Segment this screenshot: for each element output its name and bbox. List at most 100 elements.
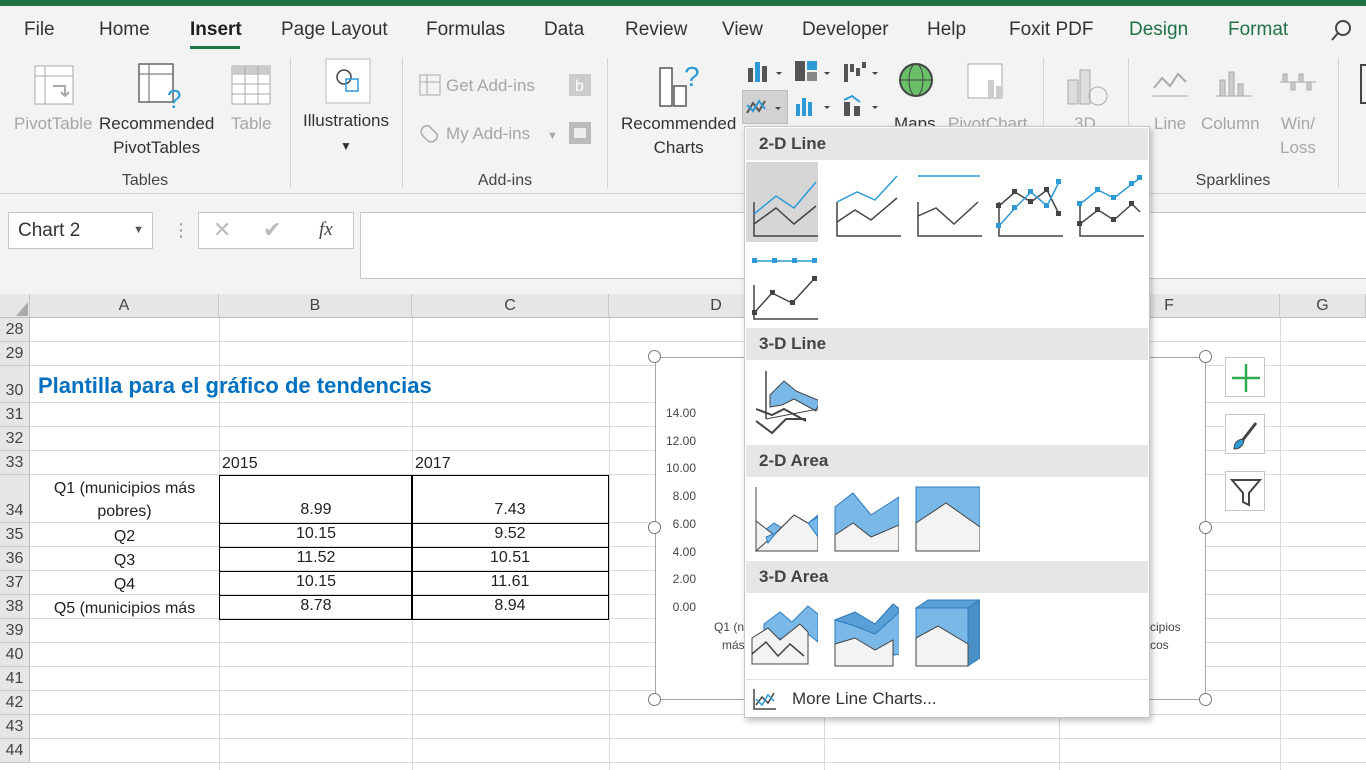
enter-icon[interactable]: ✔ (263, 217, 281, 243)
pivottable-button[interactable]: PivotTable (14, 112, 92, 136)
tab-file[interactable]: File (24, 19, 55, 41)
combo-chart-icon[interactable] (842, 94, 882, 120)
row-header-42[interactable]: 42 (0, 691, 30, 715)
select-all-triangle-icon (16, 302, 28, 316)
store-icon (419, 74, 441, 96)
row-header-41[interactable]: 41 (0, 667, 30, 691)
illustrations-button[interactable]: Illustrations (303, 109, 389, 133)
hierarchy-chart-icon[interactable] (794, 60, 834, 86)
row-header-36[interactable]: 36 (0, 547, 30, 571)
line-chart-dropdown-button[interactable] (742, 90, 788, 124)
chevron-down-icon[interactable]: ▼ (133, 224, 144, 236)
100-stacked-line-markers-icon (752, 258, 818, 320)
row-header-37[interactable]: 37 (0, 571, 30, 595)
more-line-charts-item[interactable]: More Line Charts... (749, 683, 1147, 715)
group-addins-label: Add-ins (477, 172, 533, 189)
tab-data[interactable]: Data (544, 19, 584, 41)
3d-line-option[interactable] (746, 361, 821, 441)
table-button[interactable]: Table (231, 112, 272, 136)
column-chart-icon[interactable] (746, 60, 786, 86)
stacked-line-with-markers-option[interactable] (1072, 162, 1144, 242)
recommended-pivottables-button[interactable]: Recommended PivotTables (99, 112, 214, 160)
3d-stacked-area-option[interactable] (827, 594, 902, 674)
row-header-29[interactable]: 29 (0, 342, 30, 366)
row-header-28[interactable]: 28 (0, 318, 30, 342)
tab-review[interactable]: Review (625, 19, 687, 41)
100-stacked-area-option[interactable] (908, 477, 981, 557)
section-3d-line: 3-D Line (746, 328, 1148, 360)
chart-styles-button[interactable] (1225, 414, 1265, 454)
row-header-30[interactable]: 30 (0, 366, 30, 403)
line-with-markers-option[interactable] (991, 162, 1063, 242)
name-box[interactable]: Chart 2 ▼ (8, 212, 153, 249)
3d-area-option[interactable] (746, 594, 819, 674)
tab-formulas[interactable]: Formulas (426, 19, 505, 41)
group-separator (290, 58, 291, 188)
waterfall-chart-icon[interactable] (842, 60, 882, 86)
tab-foxit-pdf[interactable]: Foxit PDF (1009, 19, 1093, 41)
sparkline-winloss-button[interactable]: Win/Loss (1280, 112, 1316, 160)
cancel-icon[interactable]: ✕ (213, 217, 231, 243)
row-header-39[interactable]: 39 (0, 619, 30, 643)
y-axis-tick-label: 0.00 (672, 599, 696, 614)
tab-format[interactable]: Format (1228, 19, 1288, 41)
tab-insert[interactable]: Insert (190, 19, 242, 41)
line-chart-option[interactable] (746, 162, 818, 242)
my-addins-button[interactable]: My Add-ins (446, 122, 530, 146)
recommended-charts-button[interactable]: Recommended Charts (621, 112, 736, 160)
chart-filters-button[interactable] (1225, 471, 1265, 511)
resize-handle[interactable] (648, 521, 661, 534)
get-addins-button[interactable]: Get Add-ins (446, 74, 535, 98)
row-header-43[interactable]: 43 (0, 715, 30, 739)
resize-handle[interactable] (1199, 521, 1212, 534)
search-icon[interactable] (1330, 18, 1354, 42)
column-header-b[interactable]: B (219, 294, 412, 318)
tab-design[interactable]: Design (1129, 19, 1188, 41)
svg-text:?: ? (684, 61, 700, 92)
y-axis-tick-label: 6.00 (672, 516, 696, 531)
line-icon (753, 181, 818, 237)
resize-handle[interactable] (648, 693, 661, 706)
row-header-38[interactable]: 38 (0, 595, 30, 619)
row-header-34[interactable]: 34 (0, 475, 30, 523)
grid-hline (30, 762, 1366, 763)
sparkline-line-button[interactable]: Line (1154, 112, 1186, 136)
row-header-33[interactable]: 33 (0, 451, 30, 475)
people-graph-icon[interactable] (569, 122, 591, 144)
header-2015: 2015 (222, 455, 258, 472)
stacked-line-option[interactable] (829, 162, 901, 242)
column-header-a[interactable]: A (30, 294, 219, 318)
resize-handle[interactable] (1199, 693, 1212, 706)
tab-developer[interactable]: Developer (802, 19, 889, 41)
table-row-label: Q1 (municipios más pobres) (30, 477, 219, 523)
area-option[interactable] (746, 477, 819, 557)
resize-handle[interactable] (648, 350, 661, 363)
3d-100-stacked-area-icon (914, 599, 982, 667)
bing-icon[interactable]: b (569, 74, 591, 96)
stacked-area-option[interactable] (827, 477, 900, 557)
3d-100-stacked-area-option[interactable] (908, 594, 982, 674)
row-header-32[interactable]: 32 (0, 427, 30, 451)
statistic-chart-icon[interactable] (794, 94, 834, 120)
column-header-g[interactable]: G (1280, 294, 1366, 318)
pivotchart-icon (967, 63, 1003, 99)
row-header-40[interactable]: 40 (0, 643, 30, 667)
insert-function-icon[interactable]: fx (319, 219, 333, 241)
row-header-31[interactable]: 31 (0, 403, 30, 427)
100-stacked-line-with-markers-option[interactable] (746, 245, 818, 325)
globe-icon (899, 63, 933, 97)
row-header-35[interactable]: 35 (0, 523, 30, 547)
tab-home[interactable]: Home (99, 19, 150, 41)
sparkline-column-button[interactable]: Column (1201, 112, 1260, 136)
ribbon-tabs: File Home Insert Page Layout Formulas Data Rev… (0, 6, 1366, 52)
row-header-44[interactable]: 44 (0, 739, 30, 763)
3d-area-icon (751, 605, 819, 665)
100-stacked-line-option[interactable] (910, 162, 982, 242)
resize-handle[interactable] (1199, 350, 1212, 363)
tab-view[interactable]: View (722, 19, 763, 41)
tab-help[interactable]: Help (927, 19, 966, 41)
chart-elements-button[interactable] (1225, 357, 1265, 397)
column-header-c[interactable]: C (412, 294, 609, 318)
grid-vline (609, 318, 610, 770)
tab-page-layout[interactable]: Page Layout (281, 19, 388, 41)
